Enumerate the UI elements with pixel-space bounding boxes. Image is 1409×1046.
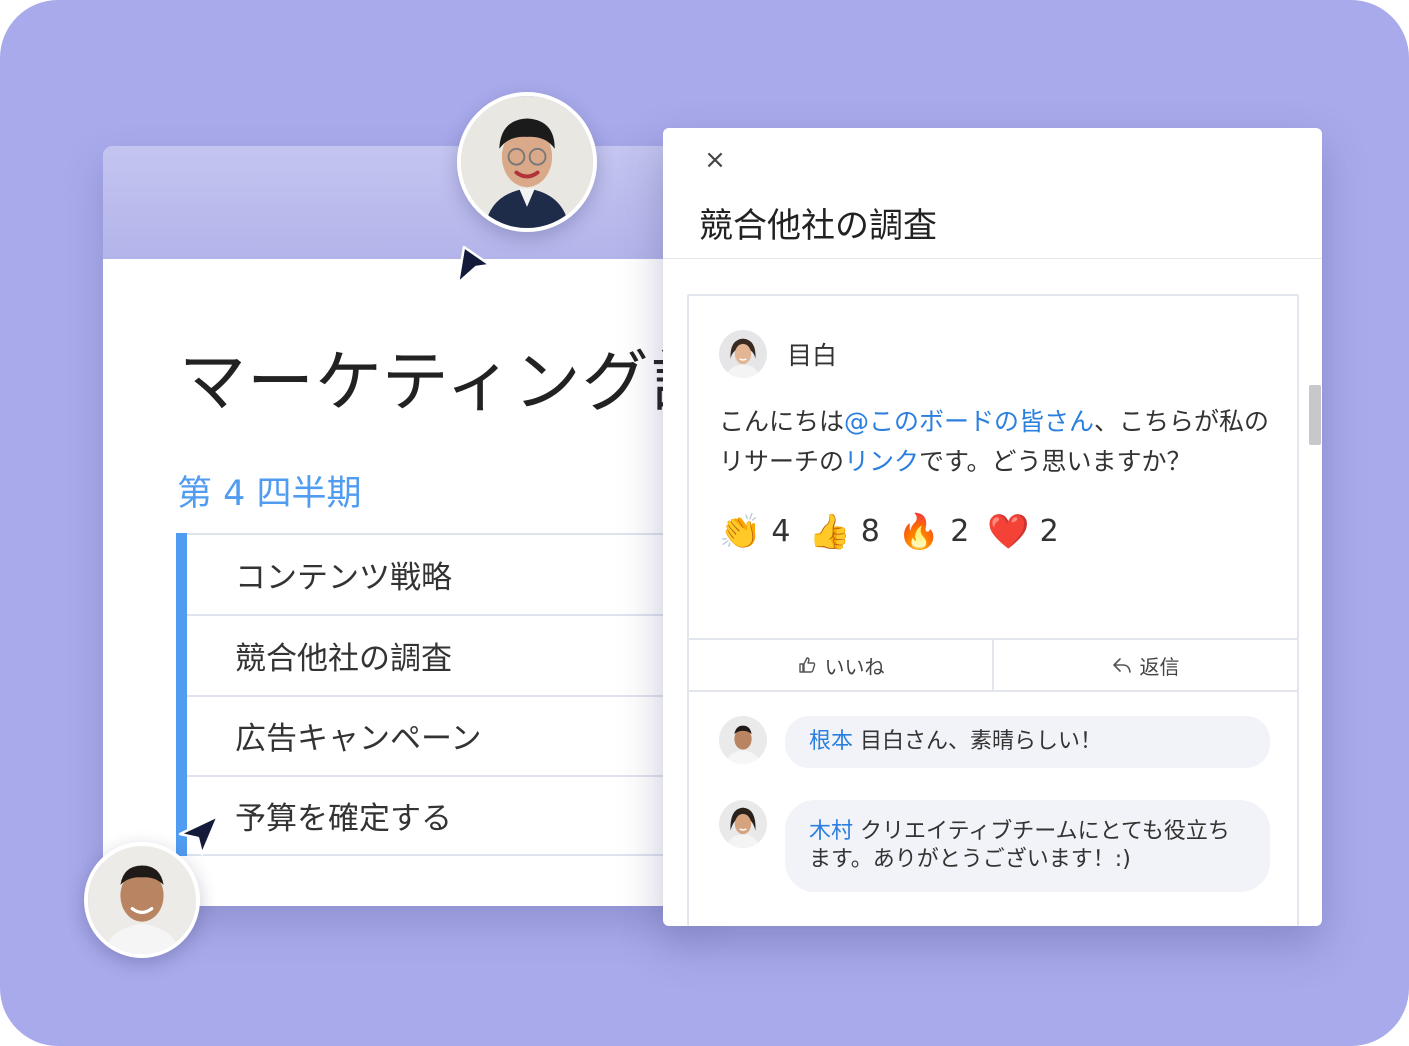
- board-title: マーケティング計: [179, 343, 703, 421]
- reaction-thumbs-up[interactable]: 👍 8: [808, 514, 879, 549]
- cursor-icon: [178, 814, 220, 856]
- marketing-board: マーケティング計 第 4 四半期 コンテンツ戦略 競合他社の調査 広告キャンペー…: [103, 146, 703, 906]
- post-actions: いいね 返信: [689, 638, 1297, 692]
- post-text-part: です。どう思いますか？: [919, 447, 1192, 476]
- comment-author[interactable]: 根本: [809, 729, 853, 754]
- comment-post: 目白 こんにちは@このボードの皆さん、こちらが私のリサーチのリンクです。どう思い…: [687, 294, 1299, 926]
- board-item[interactable]: 予算を確定する: [187, 775, 703, 856]
- collaborator-avatar: [457, 92, 597, 232]
- post-text: こんにちは@このボードの皆さん、こちらが私のリサーチのリンクです。どう思いますか…: [719, 402, 1279, 482]
- reaction-clap[interactable]: 👏 4: [719, 514, 790, 549]
- post-author: 目白: [719, 330, 837, 378]
- board-list: コンテンツ戦略 競合他社の調査 広告キャンペーン 予算を確定する: [176, 533, 703, 856]
- post-author-name: 目白: [787, 341, 838, 370]
- comment: 根本 目白さん、素晴らしい！: [719, 716, 1270, 768]
- comment-bubble: 木村 クリエイティブチームにとても役立ちます。ありがとうございます！:): [785, 800, 1270, 892]
- task-detail-panel: × 競合他社の調査 目白 こんにちは@このボードの皆さん、こちらが私のリサーチの…: [663, 128, 1322, 926]
- close-icon[interactable]: ×: [703, 147, 727, 173]
- background: マーケティング計 第 4 四半期 コンテンツ戦略 競合他社の調査 広告キャンペー…: [0, 0, 1409, 1046]
- reaction-fire[interactable]: 🔥 2: [898, 514, 969, 549]
- reaction-count: 2: [950, 514, 970, 549]
- comment-text: 目白さん、素晴らしい！: [853, 729, 1103, 754]
- like-button[interactable]: いいね: [689, 640, 992, 690]
- comment-bubble: 根本 目白さん、素晴らしい！: [785, 716, 1270, 768]
- reaction-count: 2: [1039, 514, 1059, 549]
- thumbs-up-icon: [798, 657, 815, 673]
- thumbs-up-icon: 👍: [808, 511, 851, 552]
- panel-title: 競合他社の調査: [699, 206, 937, 246]
- board-item[interactable]: コンテンツ戦略: [187, 533, 703, 614]
- divider: [663, 258, 1322, 259]
- avatar: [719, 800, 767, 848]
- avatar: [719, 716, 767, 764]
- comment-text: クリエイティブチームにとても役立ちます。ありがとうございます！:): [809, 819, 1230, 872]
- reply-button[interactable]: 返信: [992, 640, 1297, 690]
- reply-label: 返信: [1139, 654, 1180, 679]
- heart-icon: ❤️: [987, 511, 1030, 552]
- clap-icon: 👏: [719, 511, 762, 552]
- fire-icon: 🔥: [897, 511, 941, 552]
- board-item[interactable]: 競合他社の調査: [187, 613, 703, 695]
- board-subtitle: 第 4 四半期: [177, 474, 362, 514]
- scrollbar[interactable]: [1309, 385, 1321, 445]
- post-text-part: こんにちは: [719, 407, 845, 436]
- reactions: 👏 4 👍 8 🔥 2 ❤️ 2: [719, 514, 1059, 549]
- research-link[interactable]: リンク: [844, 447, 919, 476]
- board-item[interactable]: 広告キャンペーン: [187, 694, 703, 776]
- comment: 木村 クリエイティブチームにとても役立ちます。ありがとうございます！:): [719, 800, 1270, 892]
- reaction-count: 8: [860, 514, 880, 549]
- avatar: [719, 330, 767, 378]
- board-header: [103, 146, 703, 259]
- collaborator-avatar: [84, 842, 200, 958]
- reaction-heart[interactable]: ❤️ 2: [987, 514, 1058, 549]
- reaction-count: 4: [771, 514, 791, 549]
- comment-author[interactable]: 木村: [809, 819, 853, 844]
- mention-link[interactable]: @このボードの皆さん: [844, 407, 1094, 436]
- cursor-icon: [456, 245, 492, 285]
- reply-icon: [1112, 658, 1131, 673]
- like-label: いいね: [824, 654, 885, 679]
